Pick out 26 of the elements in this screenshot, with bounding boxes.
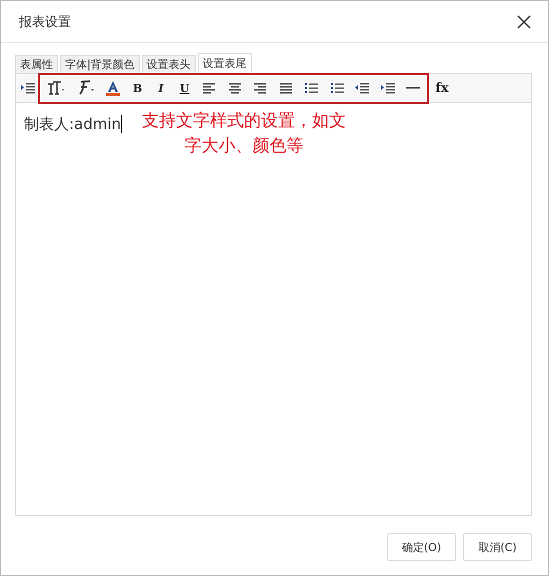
font-size-icon[interactable] bbox=[46, 80, 66, 96]
italic-button[interactable]: I bbox=[154, 82, 168, 94]
tab[interactable]: 表属性 bbox=[15, 55, 58, 73]
window-title: 报表设置 bbox=[19, 14, 71, 30]
align-right-icon[interactable] bbox=[252, 80, 268, 96]
outdent-icon[interactable] bbox=[354, 80, 370, 96]
annotation-text: 字大小、颜色等 bbox=[184, 135, 304, 158]
font-color-icon[interactable] bbox=[105, 80, 121, 96]
indent-icon[interactable] bbox=[20, 80, 36, 96]
tab[interactable]: 设置表头 bbox=[142, 55, 196, 73]
dialog-button[interactable]: 取消(C) bbox=[463, 533, 532, 561]
bold-button[interactable]: B bbox=[130, 82, 144, 94]
formula-button[interactable]: fx bbox=[431, 80, 453, 96]
align-center-icon[interactable] bbox=[226, 80, 242, 96]
bullet-list-icon[interactable] bbox=[328, 80, 344, 96]
tab[interactable]: 设置表尾 bbox=[198, 53, 252, 73]
close-icon[interactable] bbox=[517, 14, 531, 28]
underline-button[interactable]: U bbox=[178, 82, 192, 94]
tab[interactable]: 字体|背景颜色 bbox=[60, 55, 140, 73]
editor-area[interactable]: 制表人:admin 支持文字样式的设置，如文 字大小、颜色等 bbox=[15, 103, 532, 516]
indent-icon[interactable] bbox=[380, 80, 396, 96]
dialog-button[interactable]: 确定(O) bbox=[387, 533, 456, 561]
editor-text: 制表人:admin bbox=[24, 115, 122, 133]
justify-icon[interactable] bbox=[278, 80, 294, 96]
align-left-icon[interactable] bbox=[201, 80, 217, 96]
annotation-text: 支持文字样式的设置，如文 bbox=[142, 110, 346, 133]
